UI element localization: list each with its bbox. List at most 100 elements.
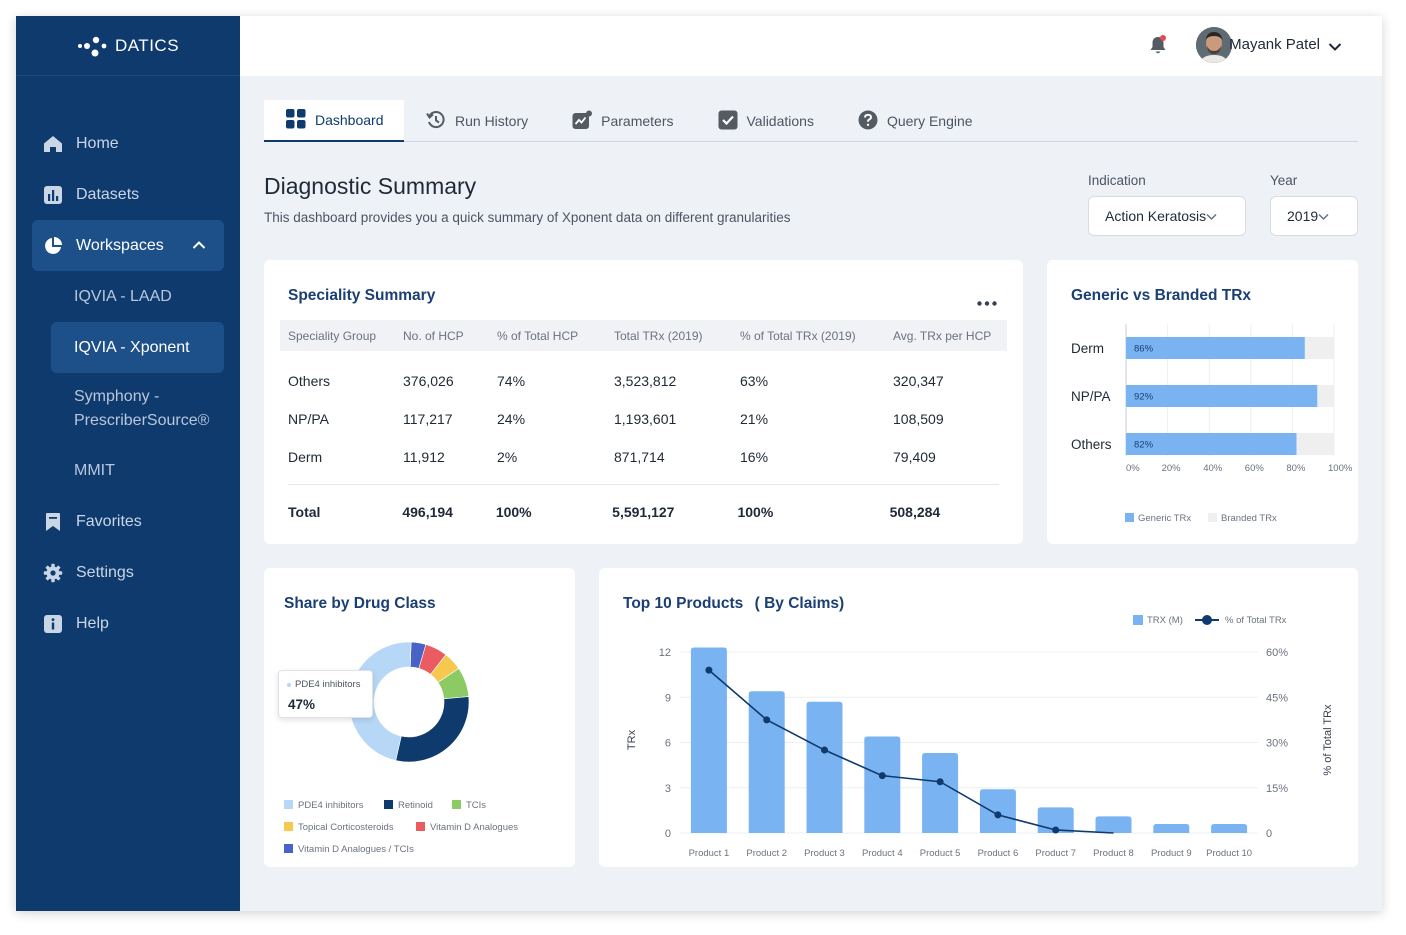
table-row: Others 376,026 74% 3,523,812 63% 320,347 [280, 362, 1007, 400]
x-tick-label: 40% [1203, 463, 1223, 474]
sidebar-item-workspaces[interactable]: Workspaces [32, 220, 224, 271]
category-label: NP/PA [1071, 389, 1111, 404]
legend-swatch [284, 800, 293, 809]
bar-value-label: 82% [1134, 440, 1154, 451]
indication-select[interactable]: Action Keratosis [1088, 196, 1246, 236]
tab-label: Parameters [601, 113, 674, 129]
product-bar [864, 736, 901, 833]
donut-slice [395, 696, 470, 763]
x-tick-label: Product 6 [978, 848, 1019, 859]
x-tick-label: Product 3 [804, 848, 845, 859]
tab-parameters[interactable]: Parameters [550, 100, 695, 142]
grid-icon [286, 108, 306, 132]
x-tick-label: Product 7 [1035, 848, 1076, 859]
percent-point [936, 778, 944, 786]
column-header: Speciality Group [288, 328, 377, 343]
column-header: No. of HCP [403, 328, 464, 343]
info-icon [42, 613, 64, 635]
x-tick-label: 80% [1286, 463, 1306, 474]
user-name[interactable]: Mayank Patel [1229, 36, 1320, 53]
table-cell: 24% [497, 411, 526, 427]
legend-label: Topical Corticosteroids [298, 822, 394, 833]
product-bar [1095, 816, 1132, 833]
table-cell: 100% [737, 503, 774, 520]
tab-run-history[interactable]: Run History [404, 100, 550, 142]
x-tick-label: Product 8 [1093, 848, 1134, 859]
table-cell: 16% [740, 449, 769, 465]
column-header: Avg. TRx per HCP [893, 328, 992, 343]
product-bar [979, 789, 1016, 833]
avatar[interactable] [1196, 27, 1232, 63]
generic-bar [1126, 385, 1318, 407]
workspace-item-label-line1: Symphony - [74, 388, 160, 405]
y-tick-label: 0 [665, 828, 671, 840]
legend-label: Branded TRx [1221, 513, 1277, 524]
table-cell: 63% [740, 373, 769, 389]
legend-label: Retinoid [398, 800, 433, 811]
home-icon [42, 133, 64, 155]
sidebar-item-label: Home [76, 134, 119, 152]
workspace-item-iqvia-xponent[interactable]: IQVIA - Xponent [51, 322, 224, 373]
top-bar: Mayank Patel [240, 16, 1382, 76]
chevron-up-icon[interactable] [192, 237, 206, 255]
year-select[interactable]: 2019 [1270, 196, 1358, 236]
y-tick-label: 6 [665, 738, 671, 750]
brand-logo[interactable]: DATICS [16, 16, 240, 76]
page-subtitle: This dashboard provides you a quick summ… [264, 210, 791, 225]
sidebar-item-label: Favorites [76, 512, 142, 530]
top-products-card: Top 10 Products ( By Claims) 0 3 6 9 12 0 15% 3… [599, 568, 1358, 867]
table-cell: Total [288, 503, 321, 520]
sidebar-item-settings[interactable]: Settings [32, 547, 224, 598]
tab-dashboard[interactable]: Dashboard [264, 100, 404, 142]
legend-label: TCIs [466, 800, 486, 811]
workspace-item-label-line2: PrescriberSource® [74, 412, 210, 429]
percent-point [1052, 826, 1060, 834]
year-value: 2019 [1287, 208, 1319, 224]
page-title: Diagnostic Summary [264, 173, 477, 199]
chevron-down-icon[interactable] [1328, 39, 1342, 57]
y-tick-label: 9 [665, 692, 671, 704]
legend-label: TRX (M) [1147, 615, 1183, 626]
brand-name: DATICS [114, 35, 180, 55]
card-title: Speciality Summary [288, 287, 436, 304]
tab-bar: Dashboard Run History Parameters Validat… [264, 100, 1358, 142]
product-bar [690, 647, 727, 833]
chevron-down-icon [1318, 208, 1329, 224]
legend-label: PDE4 inhibitors [298, 800, 364, 811]
legend-swatch [1125, 513, 1134, 522]
bookmark-icon [42, 511, 64, 533]
table-cell: NP/PA [288, 411, 329, 427]
generic-vs-branded-chart: 0% 20% 40% 60% 80% 100% Derm 86% NP/PA 92% Others 8… [1071, 324, 1353, 524]
workspace-item-symphony[interactable]: Symphony - PrescriberSource® [32, 373, 224, 445]
tab-label: Query Engine [886, 113, 973, 129]
table-total-row: Total 496,194 100% 5,591,127 100% 508,28… [288, 484, 999, 538]
percent-point [878, 772, 886, 780]
tab-query-engine[interactable]: Query Engine [836, 100, 995, 142]
history-icon [426, 110, 446, 133]
legend-swatch [452, 800, 461, 809]
sidebar-item-home[interactable]: Home [32, 118, 224, 169]
more-options-icon[interactable] [977, 293, 997, 311]
workspace-item-mmit[interactable]: MMIT [32, 445, 224, 496]
column-header: Total TRx (2019) [614, 328, 703, 343]
workspace-item-iqvia-laad[interactable]: IQVIA - LAAD [32, 271, 224, 322]
question-icon [858, 110, 878, 133]
trend-icon [572, 110, 593, 133]
table-header: Speciality Group No. of HCP % of Total H… [280, 320, 1007, 351]
table-row: Derm 11,912 2% 871,714 16% 79,409 [280, 438, 1007, 476]
bell-icon[interactable] [1148, 34, 1168, 61]
y2-tick-label: 30% [1266, 738, 1288, 750]
tab-validations[interactable]: Validations [696, 100, 836, 142]
table-cell: 871,714 [614, 449, 665, 465]
column-header: % of Total HCP [497, 328, 579, 343]
y-tick-label: 3 [665, 783, 671, 795]
legend-label: Vitamin D Analogues [430, 822, 518, 833]
sidebar-item-datasets[interactable]: Datasets [32, 169, 224, 220]
sidebar-item-favorites[interactable]: Favorites [32, 496, 224, 547]
x-tick-label: Product 5 [920, 848, 961, 859]
column-header: % of Total TRx (2019) [740, 328, 856, 343]
sidebar-item-help[interactable]: Help [32, 598, 224, 649]
tooltip-dot-icon [287, 682, 291, 687]
legend-swatch [284, 822, 293, 831]
app-frame: DATICS Home Datasets Workspaces IQVIA - … [16, 16, 1382, 911]
